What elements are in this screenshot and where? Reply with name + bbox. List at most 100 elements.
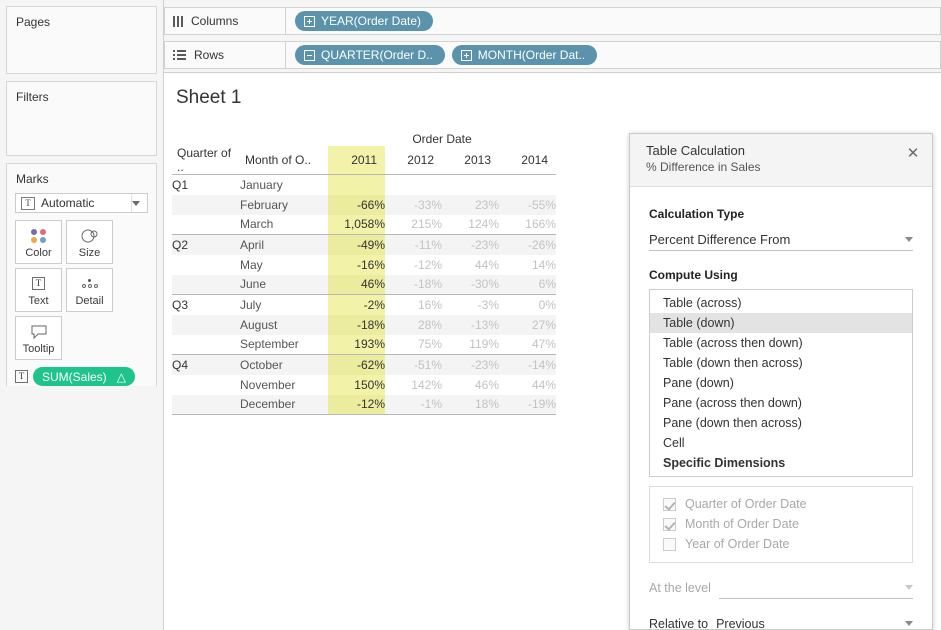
checkbox-icon[interactable] [663, 518, 676, 531]
detail-button[interactable]: Detail [66, 268, 113, 312]
table-row[interactable]: February-66%-33%23%-55% [172, 195, 556, 215]
value-cell-2014[interactable]: 47% [499, 335, 556, 355]
close-icon[interactable]: ✕ [904, 145, 922, 163]
compute-using-option[interactable]: Pane (down) [650, 373, 912, 393]
pill-quarter-order-date[interactable]: QUARTER(Order D.. [295, 45, 445, 65]
table-row[interactable]: June46%-18%-30%6% [172, 275, 556, 295]
value-cell-2013[interactable]: -23% [442, 355, 499, 375]
value-cell-2014[interactable]: 44% [499, 375, 556, 395]
value-cell-2011[interactable]: -66% [328, 195, 385, 215]
checkbox-icon[interactable] [663, 498, 676, 511]
table-row[interactable]: Q2April-49%-11%-23%-26% [172, 235, 556, 255]
value-cell-2014[interactable]: -19% [499, 395, 556, 415]
table-row[interactable]: Q3July-2%16%-3%0% [172, 295, 556, 315]
value-cell-2011[interactable]: 1,058% [328, 215, 385, 235]
dimension-row[interactable]: Quarter of Order Date [650, 494, 912, 514]
compute-using-option[interactable]: Table (down) [650, 313, 912, 333]
value-cell-2013[interactable]: -13% [442, 315, 499, 335]
value-cell-2014[interactable] [499, 175, 556, 195]
value-cell-2012[interactable]: -12% [385, 255, 442, 275]
compute-using-option[interactable]: Specific Dimensions [650, 453, 912, 473]
value-cell-2014[interactable]: 6% [499, 275, 556, 295]
value-cell-2011[interactable]: -62% [328, 355, 385, 375]
value-cell-2012[interactable]: -18% [385, 275, 442, 295]
value-cell-2013[interactable]: -23% [442, 235, 499, 255]
value-cell-2012[interactable]: 215% [385, 215, 442, 235]
value-cell-2012[interactable]: -1% [385, 395, 442, 415]
compute-using-option[interactable]: Table (across then down) [650, 333, 912, 353]
pill-month-order-date[interactable]: MONTH(Order Dat.. [452, 45, 597, 65]
color-button[interactable]: Color [15, 220, 62, 264]
table-row[interactable]: September193%75%119%47% [172, 335, 556, 355]
value-cell-2011[interactable]: -16% [328, 255, 385, 275]
pages-card[interactable]: Pages [6, 6, 157, 74]
header-year-2014[interactable]: 2014 [499, 146, 556, 175]
value-cell-2012[interactable] [385, 175, 442, 195]
value-cell-2014[interactable]: -14% [499, 355, 556, 375]
compute-using-option[interactable]: Table (across) [650, 293, 912, 313]
value-cell-2013[interactable]: 119% [442, 335, 499, 355]
value-cell-2013[interactable]: 124% [442, 215, 499, 235]
value-cell-2013[interactable]: 18% [442, 395, 499, 415]
dimension-row[interactable]: Month of Order Date [650, 514, 912, 534]
value-cell-2011[interactable]: 46% [328, 275, 385, 295]
header-year-2011[interactable]: 2011 [328, 146, 385, 175]
value-cell-2012[interactable]: -33% [385, 195, 442, 215]
value-cell-2011[interactable]: 150% [328, 375, 385, 395]
checkbox-icon[interactable] [663, 538, 676, 551]
sum-sales-pill[interactable]: SUM(Sales) △ [33, 367, 135, 386]
value-cell-2012[interactable]: 75% [385, 335, 442, 355]
value-cell-2011[interactable]: 193% [328, 335, 385, 355]
header-month[interactable]: Month of O.. [240, 146, 328, 175]
calculation-type-select[interactable]: Percent Difference From [649, 228, 913, 251]
rows-shelf-dropzone[interactable]: QUARTER(Order D.. MONTH(Order Dat.. [286, 41, 941, 69]
compute-using-option[interactable]: Table (down then across) [650, 353, 912, 373]
value-cell-2012[interactable]: -11% [385, 235, 442, 255]
value-cell-2013[interactable]: -3% [442, 295, 499, 315]
value-cell-2011[interactable]: -18% [328, 315, 385, 335]
value-cell-2014[interactable]: 0% [499, 295, 556, 315]
table-row[interactable]: Q1January [172, 175, 556, 195]
value-cell-2014[interactable]: -55% [499, 195, 556, 215]
compute-using-list[interactable]: Table (across)Table (down)Table (across … [649, 289, 913, 477]
value-cell-2012[interactable]: 28% [385, 315, 442, 335]
expand-plus-icon[interactable] [461, 50, 472, 61]
value-cell-2012[interactable]: -51% [385, 355, 442, 375]
value-cell-2011[interactable]: -2% [328, 295, 385, 315]
value-cell-2014[interactable]: 166% [499, 215, 556, 235]
value-cell-2014[interactable]: 14% [499, 255, 556, 275]
table-row[interactable]: Q4October-62%-51%-23%-14% [172, 355, 556, 375]
value-cell-2013[interactable]: 44% [442, 255, 499, 275]
filters-card[interactable]: Filters [6, 81, 157, 156]
compute-using-option[interactable]: Cell [650, 433, 912, 453]
compute-using-option[interactable]: Pane (across then down) [650, 393, 912, 413]
pill-year-order-date[interactable]: YEAR(Order Date) [295, 11, 433, 31]
table-row[interactable]: December-12%-1%18%-19% [172, 395, 556, 415]
value-cell-2011[interactable]: -49% [328, 235, 385, 255]
table-row[interactable]: May-16%-12%44%14% [172, 255, 556, 275]
header-quarter[interactable]: Quarter of .. [172, 146, 240, 175]
expand-plus-icon[interactable] [304, 16, 315, 27]
header-year-2012[interactable]: 2012 [385, 146, 442, 175]
value-cell-2014[interactable]: -26% [499, 235, 556, 255]
value-cell-2011[interactable] [328, 175, 385, 195]
value-cell-2013[interactable]: 23% [442, 195, 499, 215]
value-cell-2012[interactable]: 16% [385, 295, 442, 315]
mark-type-dropdown[interactable]: T Automatic [15, 193, 148, 213]
tooltip-button[interactable]: Tooltip [15, 316, 62, 360]
table-row[interactable]: August-18%28%-13%27% [172, 315, 556, 335]
value-cell-2013[interactable]: -30% [442, 275, 499, 295]
at-the-level-select[interactable] [719, 577, 913, 599]
table-row[interactable]: November150%142%46%44% [172, 375, 556, 395]
compute-using-option[interactable]: Pane (down then across) [650, 413, 912, 433]
columns-shelf-dropzone[interactable]: YEAR(Order Date) [286, 7, 941, 35]
size-button[interactable]: Size [66, 220, 113, 264]
value-cell-2011[interactable]: -12% [328, 395, 385, 415]
header-year-2013[interactable]: 2013 [442, 146, 499, 175]
text-button[interactable]: T Text [15, 268, 62, 312]
collapse-minus-icon[interactable] [304, 50, 315, 61]
dimension-row[interactable]: Year of Order Date [650, 534, 912, 554]
value-cell-2012[interactable]: 142% [385, 375, 442, 395]
value-cell-2013[interactable]: 46% [442, 375, 499, 395]
table-row[interactable]: March1,058%215%124%166% [172, 215, 556, 235]
